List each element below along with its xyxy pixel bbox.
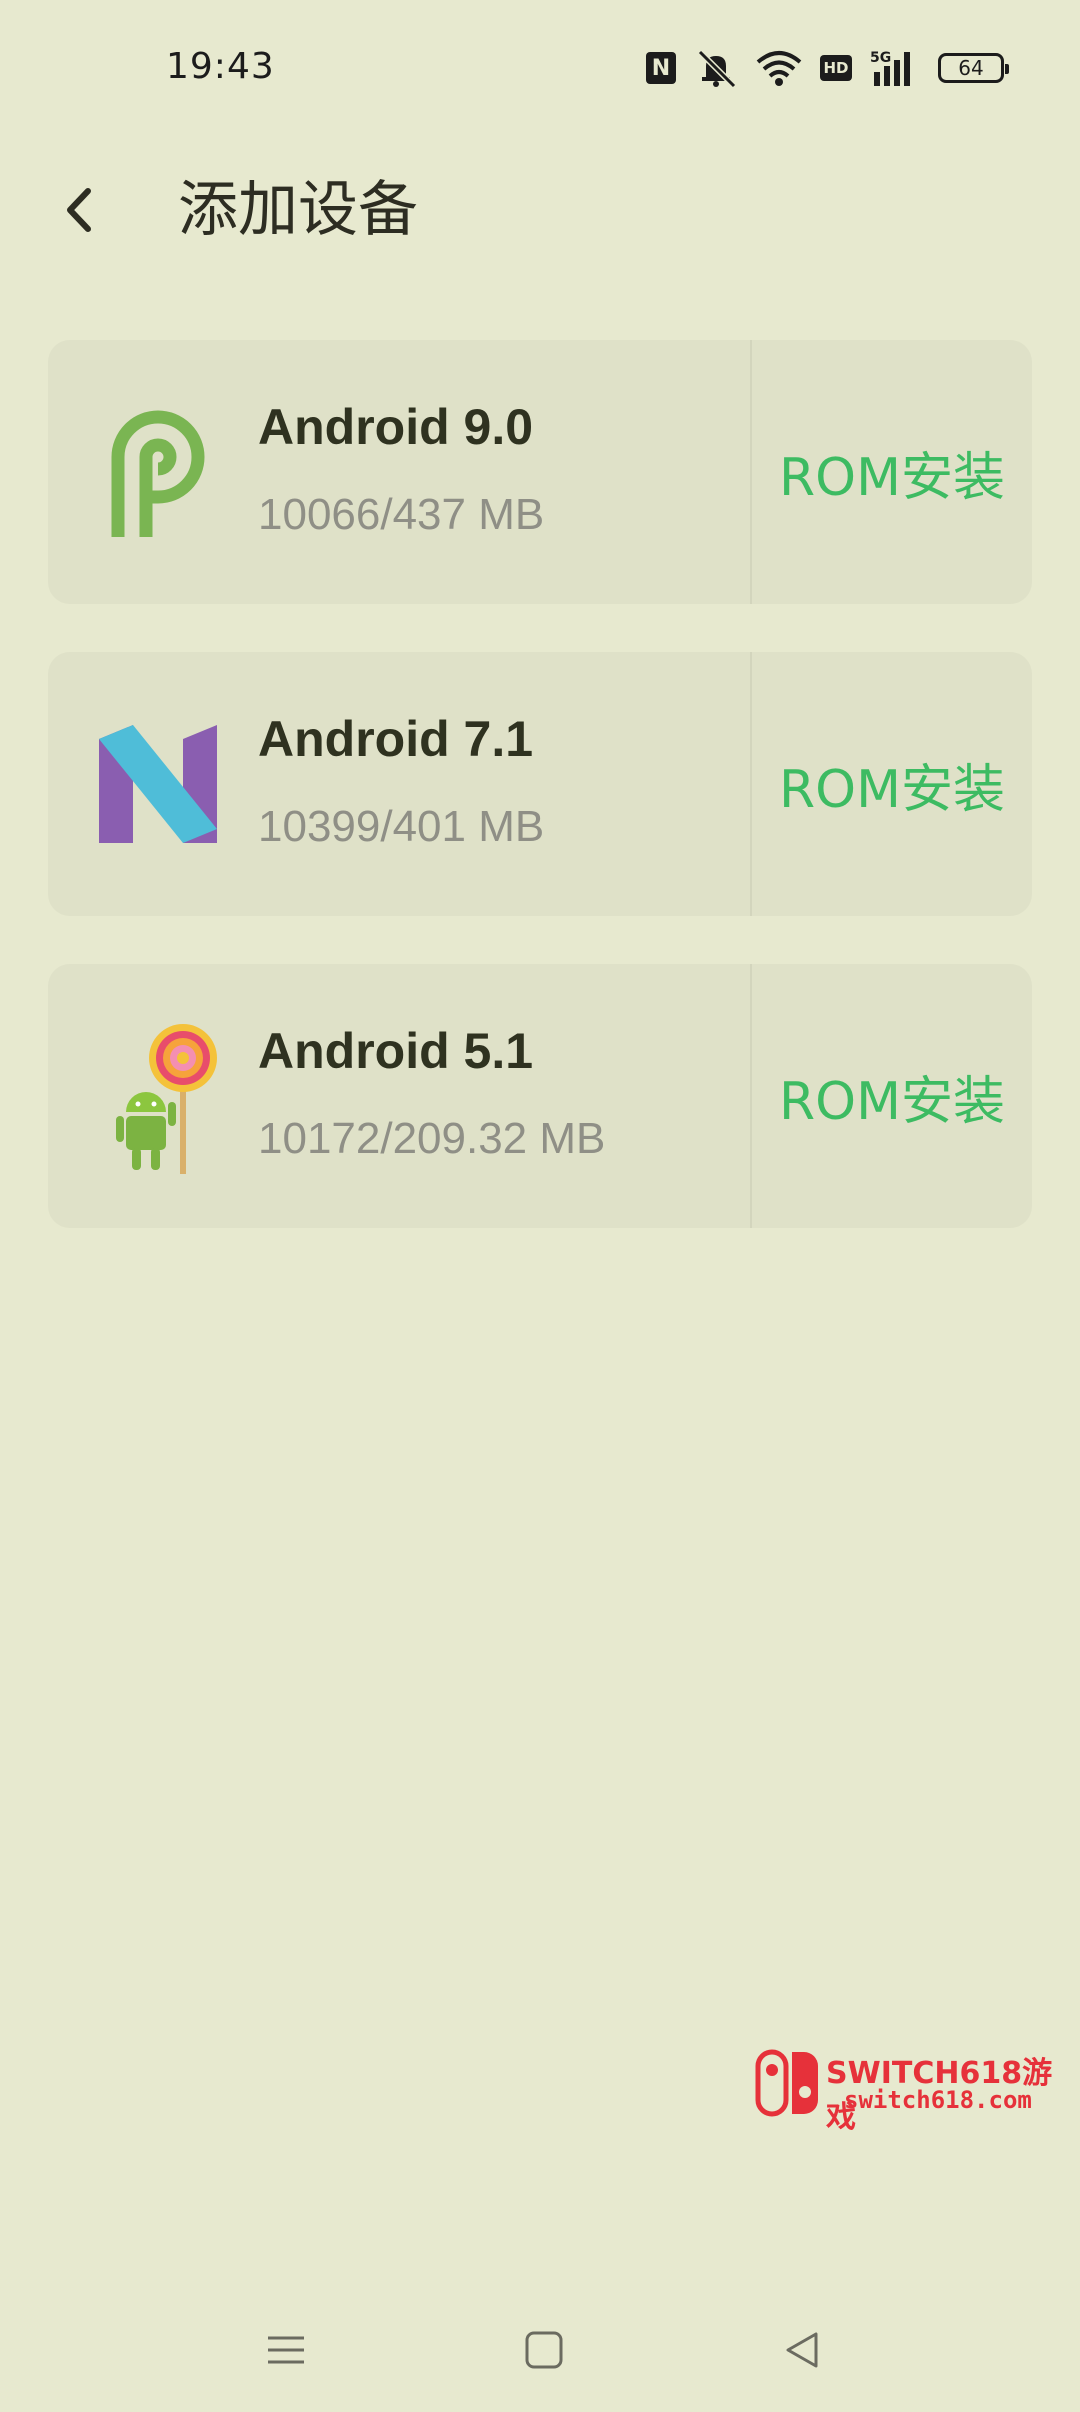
device-name: Android 5.1 (258, 1023, 534, 1079)
device-card-android-5: Android 5.1 10172/209.32 MB ROM安装 (48, 964, 1032, 1228)
device-list: Android 9.0 10066/437 MB ROM安装 Android 7… (48, 340, 1032, 1276)
nav-back-button[interactable] (762, 2320, 842, 2380)
hd-icon: HD (820, 55, 852, 81)
device-card-android-9: Android 9.0 10066/437 MB ROM安装 (48, 340, 1032, 604)
menu-icon (268, 2336, 304, 2364)
switch-logo-icon (755, 2049, 818, 2117)
device-name: Android 7.1 (258, 711, 534, 767)
rom-install-button[interactable]: ROM安装 (752, 964, 1032, 1228)
watermark-url: switch618.com (844, 2086, 1032, 2114)
android-pie-logo (78, 392, 238, 552)
chevron-left-icon (67, 188, 91, 232)
android-nougat-logo (78, 704, 238, 864)
page-title: 添加设备 (178, 175, 418, 245)
back-button[interactable] (40, 170, 120, 250)
status-time: 19:43 (166, 46, 275, 87)
device-size: 10172/209.32 MB (258, 1114, 606, 1163)
svg-text:5G: 5G (870, 50, 891, 66)
status-icons: N HD 5G 64 (646, 46, 1009, 90)
device-card-android-7: Android 7.1 10399/401 MB ROM安装 (48, 652, 1032, 916)
home-button[interactable] (504, 2320, 584, 2380)
wifi-icon (756, 51, 802, 86)
nfc-icon: N (646, 52, 676, 84)
battery-icon: 64 (938, 53, 1009, 83)
back-icon (786, 2332, 818, 2368)
home-icon (525, 2331, 563, 2369)
device-size: 10066/437 MB (258, 490, 545, 539)
rom-install-button[interactable]: ROM安装 (752, 340, 1032, 604)
status-bar: 19:43 N HD 5G 64 (0, 0, 1080, 136)
android-lollipop-logo (78, 1016, 238, 1176)
mute-icon (697, 49, 737, 88)
menu-button[interactable] (246, 2320, 326, 2380)
watermark: SWITCH618游戏 switch618.com (754, 2046, 1064, 2135)
rom-install-button[interactable]: ROM安装 (752, 652, 1032, 916)
app-bar: 添加设备 (0, 150, 1080, 260)
signal-5g-icon: 5G (870, 50, 910, 86)
nav-bar (0, 2300, 1080, 2412)
device-name: Android 9.0 (258, 399, 534, 455)
device-size: 10399/401 MB (258, 802, 545, 851)
